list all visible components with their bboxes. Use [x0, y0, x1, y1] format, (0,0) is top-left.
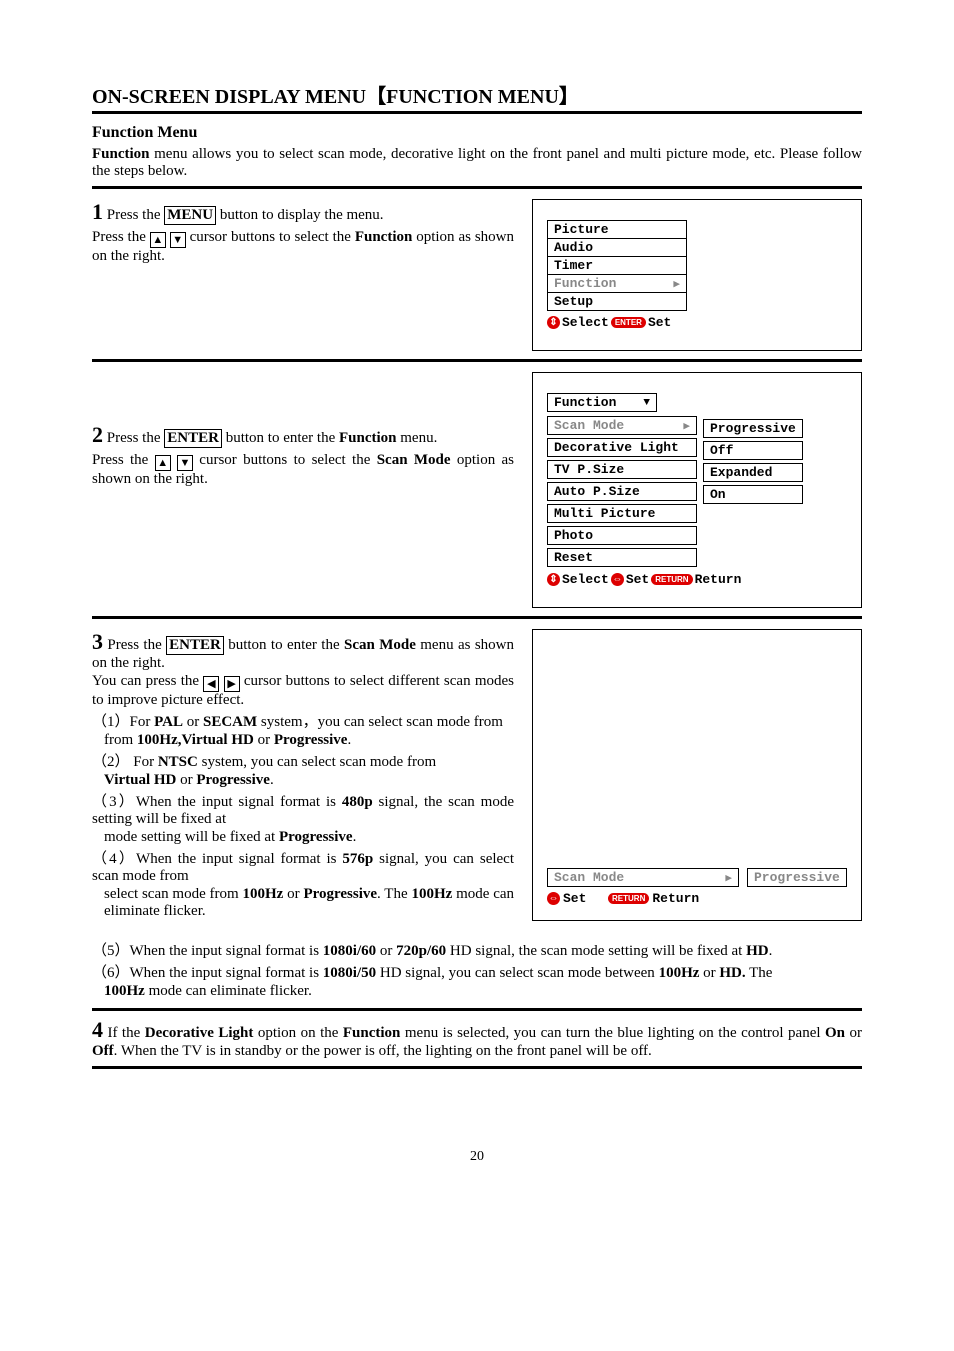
menu-item-audio: Audio	[548, 239, 686, 257]
osd-menu-2-footer: ⇕Select ⇔Set RETURNReturn	[547, 572, 847, 587]
down-arrow-icon: ▼	[643, 397, 650, 409]
step-3-row: 3 Press the ENTER button to enter the Sc…	[92, 629, 862, 929]
osd-menu-2-values: Progressive Off Expanded On	[703, 393, 803, 507]
right-arrow-icon: ▶	[683, 419, 690, 433]
menu2-val-off: Off	[703, 441, 803, 460]
return-pill: RETURN	[608, 893, 649, 904]
title-main: ON-SCREEN DISPLAY MENU	[92, 86, 366, 108]
section-subtitle: Function Menu	[92, 124, 862, 142]
step-4-number: 4	[92, 1017, 103, 1042]
step-3-number: 3	[92, 629, 103, 654]
updown-icon: ⇕	[547, 316, 560, 329]
step-2-row: 2 Press the ENTER button to enter the Fu…	[92, 372, 862, 619]
leftright-icon: ⇔	[547, 892, 560, 905]
menu-button-label: MENU	[164, 206, 216, 225]
menu-item-picture: Picture	[548, 221, 686, 239]
menu2-auto-psize: Auto P.Size	[547, 482, 697, 501]
step-2-osd: Function▼ Scan Mode▶ Decorative Light TV…	[532, 372, 862, 608]
step-2-text: 2 Press the ENTER button to enter the Fu…	[92, 372, 514, 608]
menu3-footer: ⇔Set RETURNReturn	[547, 891, 847, 906]
enter-button-label: ENTER	[164, 429, 222, 448]
step-1-osd: Picture Audio Timer Function▶ Setup ⇕Sel…	[532, 199, 862, 351]
enter-button-label: ENTER	[166, 636, 224, 655]
menu3-scan-mode: Scan Mode▶	[547, 868, 739, 887]
right-cursor-icon: ▶	[224, 676, 240, 692]
menu2-tv-psize: TV P.Size	[547, 460, 697, 479]
step-1-text: 1 Press the MENU button to display the m…	[92, 199, 514, 351]
menu2-head: Function▼	[547, 393, 657, 412]
up-cursor-icon: ▲	[155, 455, 171, 471]
up-cursor-icon: ▲	[150, 232, 166, 248]
step-4-row: 4 If the Decorative Light option on the …	[92, 1008, 862, 1069]
step-3-osd: Scan Mode▶ Progressive ⇔Set RETURNReturn	[532, 629, 862, 921]
down-cursor-icon: ▼	[170, 232, 186, 248]
osd-menu-1-footer: ⇕Select ENTERSet	[547, 315, 847, 330]
left-cursor-icon: ◀	[203, 676, 219, 692]
menu2-multi-picture: Multi Picture	[547, 504, 697, 523]
menu-item-timer: Timer	[548, 257, 686, 275]
menu2-reset: Reset	[547, 548, 697, 567]
step-2-number: 2	[92, 422, 103, 447]
intro-rest: menu allows you to select scan mode, dec…	[92, 146, 862, 179]
menu3-val: Progressive	[747, 868, 847, 887]
down-cursor-icon: ▼	[177, 455, 193, 471]
enter-pill: ENTER	[611, 317, 646, 328]
return-pill: RETURN	[651, 574, 692, 585]
intro-bold: Function	[92, 146, 150, 162]
step-1-row: 1 Press the MENU button to display the m…	[92, 199, 862, 362]
page-title: ON-SCREEN DISPLAY MENU【FUNCTION MENU】	[92, 80, 862, 114]
page-number: 20	[92, 1149, 862, 1165]
intro-paragraph: Function menu allows you to select scan …	[92, 146, 862, 189]
menu-item-function: Function▶	[548, 275, 686, 293]
leftright-icon: ⇔	[611, 573, 624, 586]
menu2-photo: Photo	[547, 526, 697, 545]
menu2-scan-mode: Scan Mode▶	[547, 416, 697, 435]
right-arrow-icon: ▶	[725, 871, 732, 885]
step-1-number: 1	[92, 199, 103, 224]
menu2-val-on: On	[703, 485, 803, 504]
menu2-val-expanded: Expanded	[703, 463, 803, 482]
title-bracket: 【FUNCTION MENU】	[366, 86, 579, 108]
osd-menu-1: Picture Audio Timer Function▶ Setup	[547, 220, 687, 311]
updown-icon: ⇕	[547, 573, 560, 586]
step-3-continued: （5）When the input signal format is 1080i…	[92, 939, 862, 1000]
right-arrow-icon: ▶	[673, 277, 680, 291]
menu-item-setup: Setup	[548, 293, 686, 310]
step-3-text: 3 Press the ENTER button to enter the Sc…	[92, 629, 514, 921]
menu2-decorative-light: Decorative Light	[547, 438, 697, 457]
osd-menu-2-items: Function▼ Scan Mode▶ Decorative Light TV…	[547, 393, 697, 570]
menu2-val-progressive: Progressive	[703, 419, 803, 438]
